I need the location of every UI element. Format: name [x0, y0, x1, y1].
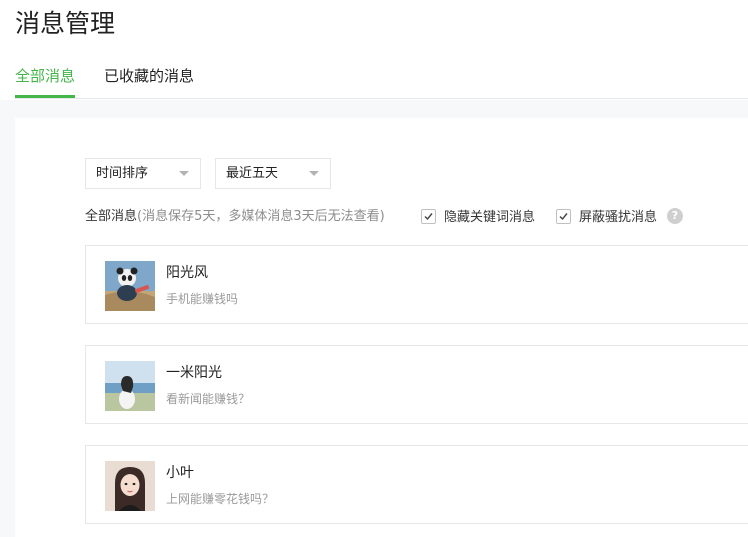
time-range-select-value: 最近五天 [226, 166, 279, 181]
message-summary: 全部消息(消息保存5天，多媒体消息3天后无法查看) [85, 207, 385, 227]
avatar[interactable] [105, 261, 155, 311]
girl-seaside-avatar-icon [105, 361, 155, 411]
sender-name[interactable]: 阳光风 [166, 263, 208, 283]
chevron-down-icon [179, 171, 189, 176]
help-icon[interactable]: ? [667, 208, 683, 224]
message-item[interactable]: 小叶 上网能赚零花钱吗？ [85, 445, 748, 524]
chevron-down-icon [309, 171, 319, 176]
time-range-select[interactable]: 最近五天 [215, 158, 331, 189]
sender-name[interactable]: 小叶 [166, 463, 194, 483]
block-harass-checkbox[interactable]: 屏蔽骚扰消息 [556, 209, 657, 225]
message-text: 上网能赚零花钱吗？ [166, 492, 275, 506]
tab-all-messages[interactable]: 全部消息 [15, 62, 76, 98]
summary-label: 全部消息 [85, 209, 138, 224]
summary-note: (消息保存5天，多媒体消息3天后无法查看) [137, 209, 385, 224]
page-title: 消息管理 [15, 9, 116, 38]
girl-portrait-avatar-icon [105, 461, 155, 511]
content-area: 时间排序 最近五天 全部消息(消息保存5天，多媒体消息3天后无法查看) 隐藏关键… [0, 100, 748, 537]
sort-select[interactable]: 时间排序 [85, 158, 201, 189]
tab-favorited-messages[interactable]: 已收藏的消息 [104, 62, 194, 90]
message-panel: 时间排序 最近五天 全部消息(消息保存5天，多媒体消息3天后无法查看) 隐藏关键… [15, 118, 748, 537]
sender-name[interactable]: 一米阳光 [166, 363, 222, 383]
message-tabs: 全部消息 已收藏的消息 [15, 62, 748, 99]
block-harass-label: 屏蔽骚扰消息 [579, 210, 658, 225]
panda-avatar-icon [105, 261, 155, 311]
hide-keyword-checkbox[interactable]: 隐藏关键词消息 [421, 209, 535, 225]
message-text: 手机能赚钱吗 [166, 292, 239, 306]
checkbox-checked-icon[interactable] [421, 209, 436, 224]
sort-select-value: 时间排序 [96, 166, 149, 181]
checkbox-checked-icon[interactable] [556, 209, 571, 224]
message-item[interactable]: 阳光风 手机能赚钱吗 [85, 245, 748, 324]
avatar[interactable] [105, 361, 155, 411]
hide-keyword-label: 隐藏关键词消息 [444, 210, 536, 225]
message-item[interactable]: 一米阳光 看新闻能赚钱？ [85, 345, 748, 424]
avatar[interactable] [105, 461, 155, 511]
message-text: 看新闻能赚钱？ [166, 392, 251, 406]
